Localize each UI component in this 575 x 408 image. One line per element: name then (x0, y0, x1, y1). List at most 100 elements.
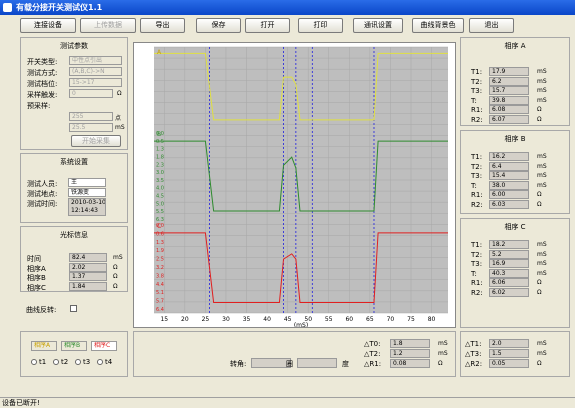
phase-c-row-label: R2: (471, 288, 483, 297)
y-c-tick: 5.1 (156, 290, 164, 296)
phase-c-row-label: T3: (471, 260, 483, 268)
delta-value: 0.05 (489, 359, 529, 368)
test-date: 2010-03-10 (71, 199, 106, 206)
phase-c-row-value: 6.02 (489, 287, 529, 297)
radio-t1[interactable] (31, 359, 37, 365)
waveform-svg: 0.00.51.31.82.33.03.54.04.55.05.56.30.00… (134, 43, 455, 329)
phase-a-row-value: 17.9 (489, 67, 529, 76)
delta-value: 1.2 (390, 349, 430, 358)
phase-c-row-unit: mS (537, 250, 547, 258)
y-c-tick: 3.8 (156, 273, 164, 279)
presample-label: 预采样: (27, 102, 51, 110)
save-button[interactable]: 保存 (196, 18, 241, 33)
legend-phase-a: 相序A (31, 341, 57, 351)
phase-b-row-value: 6.03 (489, 199, 529, 209)
delta-unit: Ω (438, 360, 443, 367)
y-b-tick: 0.5 (156, 139, 164, 145)
phase-b-row-unit: mS (537, 153, 547, 160)
phase-a-row-unit: Ω (537, 106, 542, 113)
cursor-info-title: 光标信息 (60, 231, 88, 239)
y-b-tick: 4.5 (156, 194, 164, 200)
phase-a-row-unit: mS (537, 96, 547, 104)
presample-points-input[interactable]: 255 (69, 112, 113, 121)
radio-t3-label: t3 (83, 358, 91, 366)
radio-t4[interactable] (97, 359, 103, 365)
y-b-tick: 1.3 (156, 147, 164, 153)
radio-t3[interactable] (75, 359, 81, 365)
cursor-row-unit: Ω (113, 282, 118, 290)
legend-phase-c: 相序C (91, 341, 117, 351)
x-tick-label: 20 (181, 316, 189, 323)
curve-reverse-checkbox[interactable] (70, 305, 77, 312)
delta-label: △R2: (465, 360, 483, 368)
curve-bg-color-button[interactable]: 曲线背景色 (412, 18, 464, 33)
phase-a-row-unit: mS (537, 77, 547, 85)
cursor-row-unit: Ω (113, 273, 118, 280)
angle-label: 转角: (230, 360, 247, 368)
y-c-tick: 6.4 (156, 307, 164, 313)
angle-panel: 转角: 圈 度 △T0: 1.8 mS △T2: 1.2 mS △R1: 0.08 Ω (133, 331, 456, 377)
upload-button[interactable]: 上传数据 (80, 18, 136, 33)
open-button[interactable]: 打开 (245, 18, 290, 33)
delta-unit: mS (438, 350, 448, 357)
y-c-tick: 5.7 (156, 299, 164, 305)
phase-a-row-value: 6.2 (489, 76, 529, 86)
exit-button[interactable]: 退出 (469, 18, 514, 33)
radio-t1-label: t1 (39, 358, 47, 366)
tester-input[interactable]: 王 (68, 178, 106, 187)
switch-type-label: 开关类型: (27, 58, 58, 66)
switch-type-select[interactable]: 中性点引出 (69, 56, 122, 65)
phase-a-row-label: T1: (471, 68, 483, 76)
phase-a-row-label: T: (471, 96, 477, 105)
y-b-tick: 2.3 (156, 162, 164, 168)
phase-a-row-label: T2: (471, 77, 483, 86)
cursor-row-unit: mS (113, 254, 123, 261)
trigger-input[interactable]: 0 (69, 89, 113, 98)
phase-c-row-unit: mS (537, 241, 547, 248)
system-settings-panel: 系统设置 测试人员: 王 测试地点: 铁源变 测试时间: 2010-03-10 … (20, 153, 128, 223)
test-time-label: 测试时间: (27, 200, 58, 208)
comm-settings-button[interactable]: 通讯设置 (353, 18, 403, 33)
radio-t2[interactable] (53, 359, 59, 365)
test-position-select[interactable]: 15->17 (69, 78, 122, 87)
delta-unit: Ω (537, 360, 542, 367)
export-button[interactable]: 导出 (140, 18, 185, 33)
test-position-label: 测试档位: (27, 80, 58, 88)
location-input[interactable]: 铁源变 (68, 188, 106, 197)
waveform-chart[interactable]: 0.0 0.5 1.3 1.8 2.3 3.0 3.5 4.0 4.5 5.0 5.5 6.3 0.0 0… (133, 42, 456, 329)
tester-label: 测试人员: (27, 180, 58, 188)
presample-ms-input[interactable]: 25.5 (69, 123, 113, 132)
print-button[interactable]: 打印 (298, 18, 343, 33)
delta-label: △T3: (465, 350, 482, 358)
radio-t4-label: t4 (105, 358, 113, 366)
phase-b-row-label: R1: (471, 191, 483, 199)
status-bar: 设备已断开! (0, 397, 575, 407)
phase-c-row-label: T1: (471, 241, 483, 249)
phase-a-panel: 相序 A T1: 17.9 mS T2: 6.2 mS T3: 15.7 mS T: 39.8 mS R… (460, 37, 570, 126)
test-params-title: 测试参数 (60, 42, 88, 50)
phase-a-row-value: 6.07 (489, 114, 529, 124)
x-tick-label: 55 (325, 316, 333, 323)
phase-a-title: 相序 A (504, 42, 526, 50)
y-c-tick: 1.3 (156, 240, 164, 246)
phase-b-title: 相序 B (504, 135, 526, 143)
phase-b-row-value: 15.4 (489, 171, 529, 180)
location-label: 测试地点: (27, 190, 58, 198)
status-text: 设备已断开! (2, 399, 40, 407)
test-mode-label: 测试方式: (27, 69, 58, 77)
test-mode-select[interactable]: (A,B,C)->N (69, 67, 122, 76)
trigger-unit: Ω (117, 90, 122, 97)
start-sampling-button[interactable]: 开始采集 (71, 135, 121, 147)
phase-c-row-label: R1: (471, 279, 483, 287)
connect-button[interactable]: 连接设备 (20, 18, 76, 33)
title-bar: 有载分接开关测试仪1.1 (0, 0, 575, 15)
cursor-row-label: 时间 (27, 255, 41, 263)
phase-c-title: 相序 C (504, 223, 526, 231)
cursor-row-label: 相序B (27, 274, 46, 282)
y-b-tick: 4.0 (156, 186, 164, 192)
phase-a-row-label: R1: (471, 106, 483, 114)
test-time-value: 2010-03-10 12:14:43 (68, 198, 106, 216)
legend-phase-b: 相序B (61, 341, 87, 351)
trigger-label: 采样触发: (27, 91, 58, 99)
phase-c-row-label: T2: (471, 250, 483, 259)
